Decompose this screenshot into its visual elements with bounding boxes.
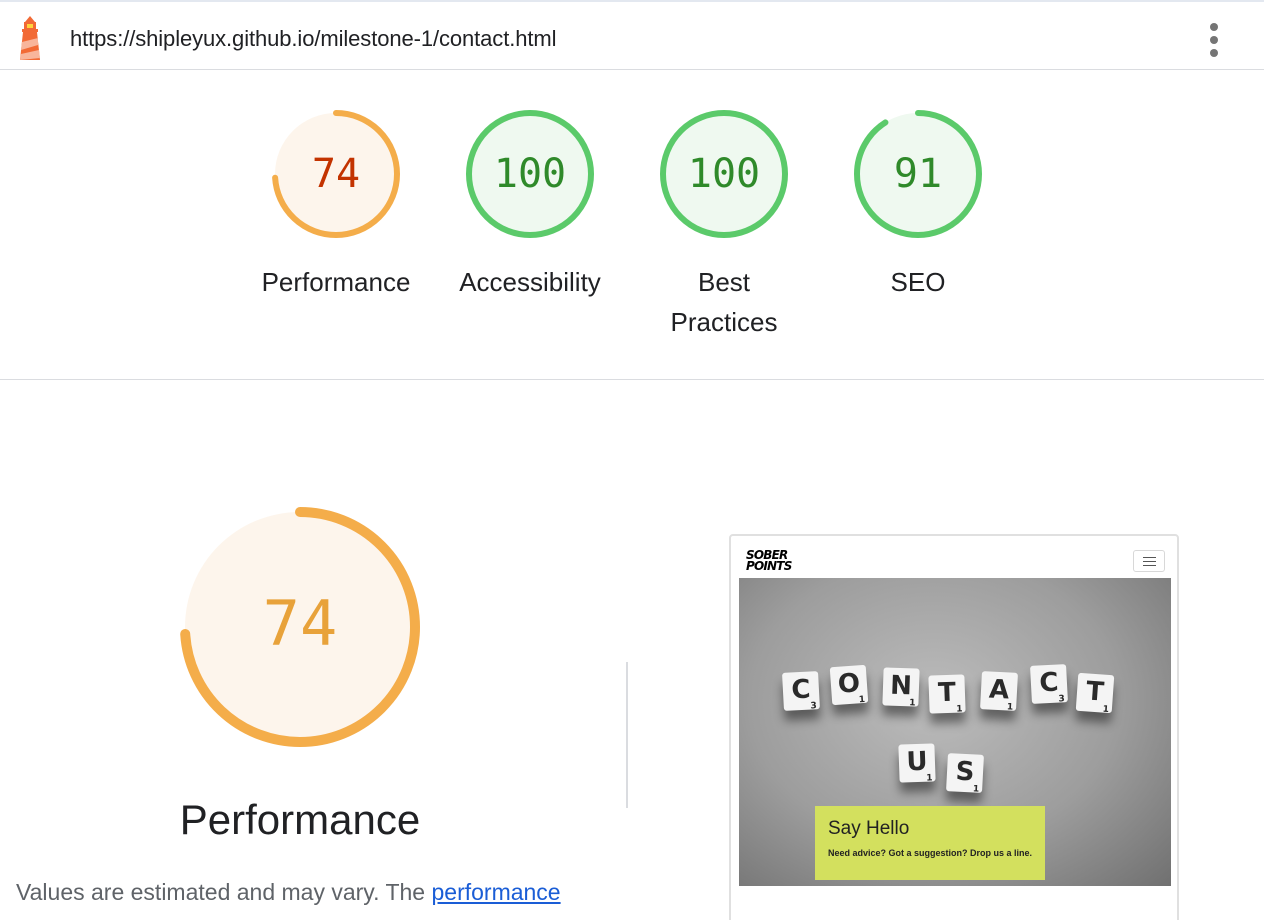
performance-link[interactable]: performance — [431, 879, 560, 905]
letter-tile: C3 — [782, 671, 820, 712]
performance-score-large: 74 — [263, 587, 338, 660]
brand-line: POINTS — [746, 559, 792, 573]
letter-tile: U1 — [898, 743, 936, 784]
lighthouse-icon — [20, 16, 40, 60]
gauge-score: 74 — [312, 151, 360, 197]
letter-tile: S1 — [946, 753, 984, 795]
gauge-label: Best Practices — [634, 262, 814, 342]
gauge-label: Performance — [261, 267, 411, 297]
letter-tile: T1 — [928, 674, 966, 715]
say-hello-banner: Say Hello Need advice? Got a suggestion?… — [815, 806, 1045, 880]
gauge-label-line: Best — [697, 267, 751, 297]
final-screenshot: SOBER POINTS C3 O1 N1 T1 A1 C3 T1 U1 S1 … — [729, 534, 1179, 920]
gauge-ring: 74 — [272, 110, 400, 238]
gauge-performance[interactable]: 74 Performance — [246, 108, 426, 302]
score-gauges: 74 Performance 100 Accessibility 100 Bes… — [0, 70, 1264, 380]
gauge-score: 100 — [688, 151, 760, 197]
hamburger-menu-icon[interactable] — [1133, 550, 1165, 572]
performance-description: Values are estimated and may vary. The p… — [16, 879, 561, 906]
description-text: Values are estimated and may vary. The — [16, 879, 426, 905]
letter-tile: N1 — [882, 667, 920, 709]
letter-tile: C3 — [1030, 664, 1068, 705]
letter-tile: O1 — [829, 664, 869, 705]
gauge-label: Accessibility — [459, 267, 601, 297]
performance-gauge-large: 74 — [180, 507, 420, 747]
brand-logo: SOBER POINTS — [746, 549, 792, 573]
letter-tile: A1 — [980, 671, 1018, 713]
section-divider — [626, 662, 628, 808]
gauge-accessibility[interactable]: 100 Accessibility — [440, 108, 620, 302]
gauge-ring: 100 — [466, 110, 594, 238]
banner-title: Say Hello — [828, 818, 910, 839]
gauge-ring: 91 — [854, 110, 982, 238]
gauge-label-line: Practices — [670, 307, 778, 337]
gauge-score: 100 — [494, 151, 566, 197]
gauge-seo[interactable]: 91 SEO — [828, 108, 1008, 302]
gauge-label: SEO — [890, 267, 946, 297]
performance-title: Performance — [179, 796, 421, 843]
gauge-score: 91 — [894, 151, 942, 197]
letter-tile: T1 — [1075, 672, 1115, 715]
gauge-ring: 100 — [660, 110, 788, 238]
report-url: https://shipleyux.github.io/milestone-1/… — [70, 26, 557, 51]
more-vertical-icon[interactable] — [1198, 20, 1230, 60]
hero-image: C3 O1 N1 T1 A1 C3 T1 U1 S1 Say Hello Nee… — [739, 578, 1171, 886]
report-header: https://shipleyux.github.io/milestone-1/… — [0, 0, 1264, 70]
banner-subtitle: Need advice? Got a suggestion? Drop us a… — [828, 848, 1033, 858]
gauge-best-practices[interactable]: 100 Best Practices — [634, 108, 814, 342]
